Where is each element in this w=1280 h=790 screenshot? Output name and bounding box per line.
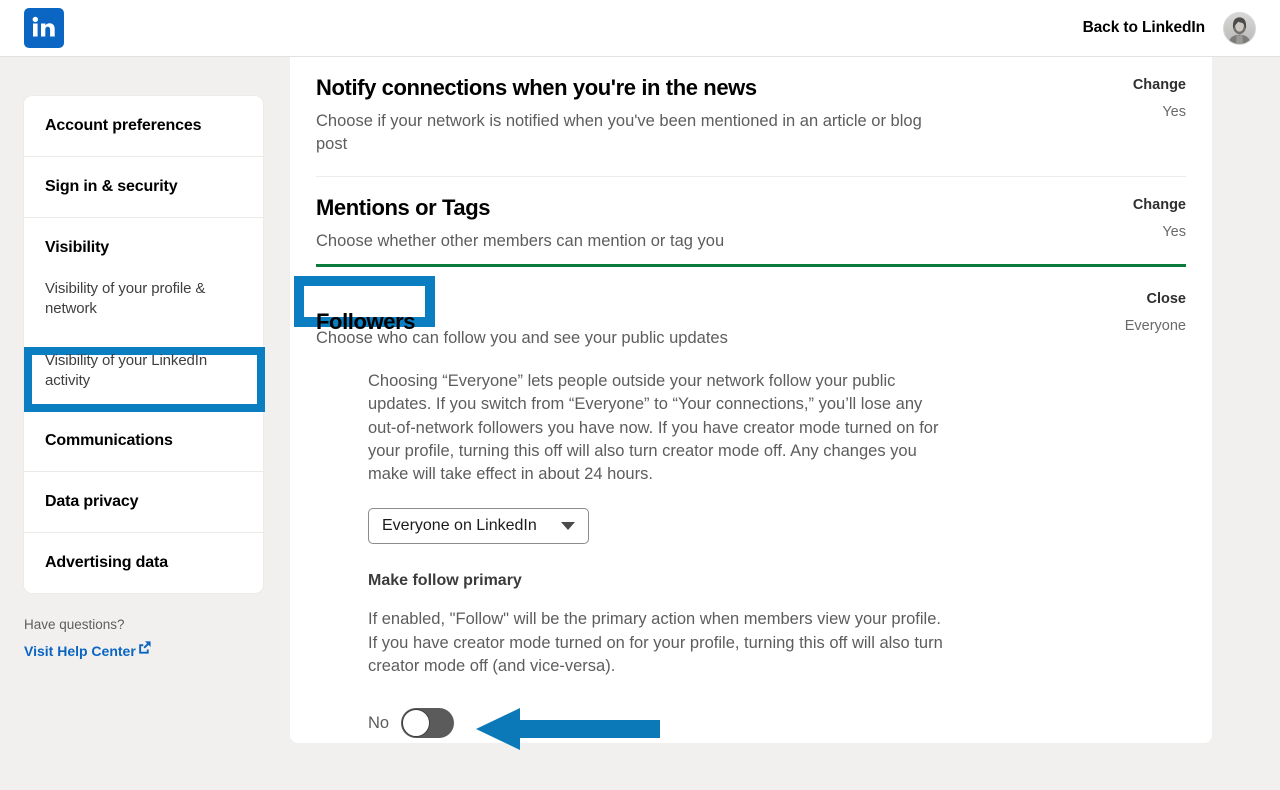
followers-value: Everyone: [1124, 318, 1186, 335]
make-follow-primary-heading: Make follow primary: [368, 572, 522, 590]
sidebar: Account preferences Sign in & security V…: [24, 96, 265, 661]
sidebar-item-communications[interactable]: Communications: [24, 411, 263, 472]
settings-main-card: Notify connections when you're in the ne…: [290, 57, 1212, 751]
followers-action-group: Close Everyone: [1036, 291, 1186, 334]
setting-row-followers: Followers Choose who can follow you and …: [294, 267, 1186, 758]
toggle-state-label: No: [368, 713, 390, 732]
sidebar-item-visibility-linkedin-activity-active[interactable]: Visibility of your LinkedIn activity: [32, 347, 257, 396]
chevron-down-icon: [561, 522, 575, 531]
make-follow-primary-toggle-row: No: [368, 708, 1186, 751]
make-follow-primary-paragraph: If enabled, "Follow" will be the primary…: [368, 610, 943, 675]
setting-value: Yes: [1162, 223, 1186, 240]
close-button[interactable]: Close: [1036, 291, 1187, 307]
change-button[interactable]: Change: [1036, 197, 1186, 213]
setting-row-notify-connections: Notify connections when you're in the ne…: [316, 57, 1186, 177]
followers-body-paragraph: Choosing “Everyone” lets people outside …: [368, 372, 939, 484]
back-to-linkedin-link[interactable]: Back to LinkedIn: [1083, 19, 1206, 37]
visit-help-center-label: Visit Help Center: [24, 642, 136, 659]
followers-expanded-body: Choosing “Everyone” lets people outside …: [316, 350, 1186, 751]
setting-description: Choose whether other members can mention…: [316, 231, 725, 250]
sidebar-item-sign-in-security[interactable]: Sign in & security: [24, 157, 263, 218]
sidebar-item-label: Visibility of your LinkedIn activity: [45, 352, 208, 390]
sidebar-item-label: Advertising data: [45, 553, 168, 571]
left-arrow-annotation: [476, 708, 660, 755]
sidebar-item-account-preferences[interactable]: Account preferences: [24, 96, 263, 157]
sidebar-item-visibility-profile-network[interactable]: Visibility of your profile & network: [24, 269, 263, 334]
change-button[interactable]: Change: [1036, 77, 1186, 93]
setting-value: Yes: [1162, 104, 1186, 120]
external-link-icon: [138, 640, 151, 657]
make-follow-primary-toggle[interactable]: [401, 708, 455, 739]
followers-title: Followers: [316, 308, 416, 334]
setting-action-group: Change Yes: [1036, 77, 1186, 120]
setting-row-mentions-or-tags: Mentions or Tags Choose whether other me…: [316, 177, 1186, 265]
sidebar-item-label: Account preferences: [45, 117, 202, 134]
sidebar-item-label: Visibility of your profile & network: [45, 280, 206, 318]
sidebar-item-advertising-data[interactable]: Advertising data: [24, 533, 263, 593]
sidebar-item-data-privacy[interactable]: Data privacy: [24, 472, 263, 533]
toggle-knob: [402, 709, 431, 738]
help-block: Have questions? Visit Help Center: [24, 617, 263, 661]
linkedin-logo-icon[interactable]: [24, 8, 64, 48]
followers-audience-select-value: Everyone on LinkedIn: [382, 517, 537, 535]
top-header: Back to LinkedIn: [0, 0, 1280, 57]
header-right-group: Back to LinkedIn: [1083, 11, 1256, 45]
help-question-text: Have questions?: [24, 616, 125, 632]
sidebar-item-label: Communications: [45, 431, 173, 449]
sidebar-card: Account preferences Sign in & security V…: [24, 96, 263, 593]
sidebar-item-label: Data privacy: [45, 492, 139, 510]
sidebar-item-visibility[interactable]: Visibility: [24, 218, 263, 269]
sidebar-item-label: Sign in & security: [45, 178, 178, 195]
visit-help-center-link[interactable]: Visit Help Center: [24, 640, 151, 659]
avatar[interactable]: [1223, 11, 1256, 45]
setting-action-group: Change Yes: [1036, 197, 1186, 240]
followers-audience-select[interactable]: Everyone on LinkedIn: [368, 508, 589, 545]
sidebar-item-label: Visibility: [45, 239, 110, 256]
setting-description: Choose if your network is notified when …: [316, 112, 922, 153]
